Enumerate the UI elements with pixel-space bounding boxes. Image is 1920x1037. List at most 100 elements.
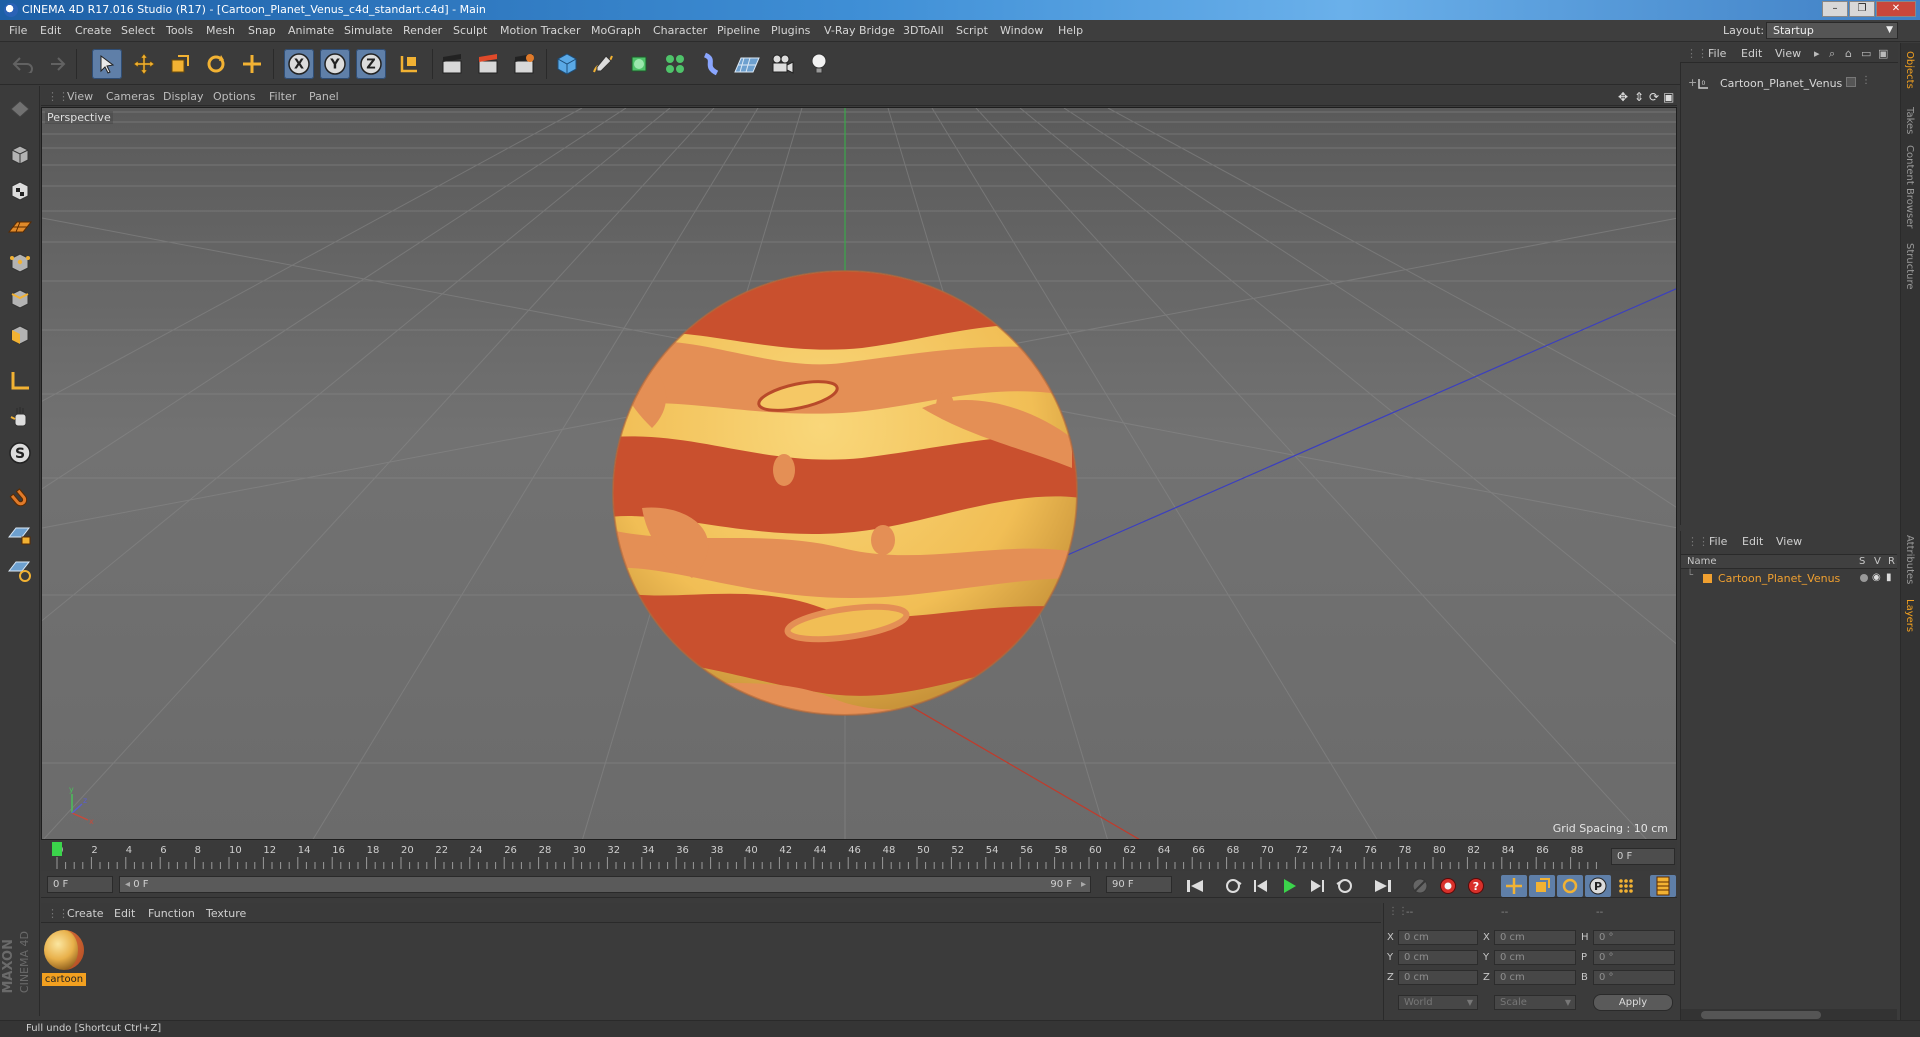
layer-menu-file[interactable]: File (1709, 535, 1727, 548)
timeline-window-button[interactable] (1650, 875, 1676, 897)
recent-tool[interactable] (237, 49, 267, 79)
rotate-tool[interactable] (201, 49, 231, 79)
material-menu-edit[interactable]: Edit (114, 907, 135, 920)
rotation-h-field[interactable]: 0 ° (1593, 930, 1675, 945)
menu-create[interactable]: Create (75, 24, 112, 37)
end-frame-field[interactable]: 90 F (1106, 876, 1172, 893)
lock-workplane-button[interactable] (5, 520, 35, 550)
render-toggle-icon[interactable]: ▮ (1886, 572, 1892, 583)
key-pla-button[interactable] (1613, 875, 1639, 897)
key-rotation-button[interactable] (1557, 875, 1583, 897)
size-mode-select[interactable]: Scale ▼ (1494, 995, 1576, 1010)
viewport-menu-options[interactable]: Options (213, 90, 255, 103)
points-mode-button[interactable] (5, 248, 35, 278)
start-frame-field[interactable]: 0 F (47, 876, 113, 893)
menu-sculpt[interactable]: Sculpt (453, 24, 487, 37)
close-button[interactable]: ✕ (1876, 1, 1916, 17)
cartoon-planet-venus[interactable] (602, 257, 1082, 728)
size-y-field[interactable]: 0 cm (1494, 950, 1576, 965)
timeline-ruler[interactable]: 0246810121416182022242628303234363840424… (41, 841, 1677, 871)
tab-takes[interactable]: Takes (1904, 107, 1915, 134)
menu-help[interactable]: Help (1058, 24, 1083, 37)
tab-objects[interactable]: Objects (1904, 51, 1915, 89)
menu-snap[interactable]: Snap (248, 24, 276, 37)
play-forward-button[interactable] (1276, 875, 1302, 897)
tab-layers[interactable]: Layers (1904, 599, 1915, 632)
scale-tool[interactable] (165, 49, 195, 79)
add-deformer-button[interactable] (696, 49, 726, 79)
viewport-move-icon[interactable]: ✥ (1618, 90, 1628, 104)
menu-window[interactable]: Window (1000, 24, 1043, 37)
solo-button[interactable]: S (5, 438, 35, 468)
menu-simulate[interactable]: Simulate (344, 24, 393, 37)
add-spline-button[interactable] (588, 49, 618, 79)
render-to-picture-viewer-button[interactable] (473, 49, 503, 79)
eye-icon[interactable]: ◉ (1872, 572, 1881, 583)
previous-key-button[interactable] (1220, 875, 1246, 897)
material-swatch[interactable]: cartoon (42, 928, 87, 988)
frame-range-slider[interactable]: ◂ 0 F 90 F ▸ (119, 876, 1091, 893)
add-cube-button[interactable] (552, 49, 582, 79)
menu-character[interactable]: Character (653, 24, 707, 37)
menu-3dtoall[interactable]: 3DToAll (903, 24, 944, 37)
add-camera-button[interactable] (768, 49, 798, 79)
go-to-end-button[interactable] (1370, 875, 1396, 897)
position-z-field[interactable]: 0 cm (1398, 970, 1478, 985)
menu-render[interactable]: Render (403, 24, 442, 37)
layout-select[interactable]: Startup ▼ (1766, 22, 1898, 39)
model-mode-button[interactable] (5, 140, 35, 170)
tab-content-browser[interactable]: Content Browser (1904, 145, 1915, 228)
rotation-b-field[interactable]: 0 ° (1593, 970, 1675, 985)
layer-color-swatch[interactable] (1703, 574, 1712, 583)
object-menu-view[interactable]: View (1775, 47, 1801, 60)
search-icon[interactable]: ⌕ (1829, 47, 1835, 61)
viewport-menu-filter[interactable]: Filter (269, 90, 296, 103)
menu-select[interactable]: Select (121, 24, 155, 37)
menu-mesh[interactable]: Mesh (206, 24, 235, 37)
redo-button[interactable] (40, 49, 70, 79)
x-axis-lock[interactable]: X (284, 49, 314, 79)
go-to-start-button[interactable] (1182, 875, 1208, 897)
add-light-button[interactable] (804, 49, 834, 79)
keyframe-selection-button[interactable]: ? (1463, 875, 1489, 897)
edit-tag-icon[interactable] (1846, 77, 1856, 87)
next-key-button[interactable] (1332, 875, 1358, 897)
size-x-field[interactable]: 0 cm (1494, 930, 1576, 945)
menu-tools[interactable]: Tools (166, 24, 193, 37)
live-selection-tool[interactable] (92, 49, 122, 79)
viewport-menu-view[interactable]: View (67, 90, 93, 103)
minimize-button[interactable]: – (1822, 1, 1848, 17)
menu-plugins[interactable]: Plugins (771, 24, 810, 37)
apply-button[interactable]: Apply (1593, 994, 1673, 1011)
add-mograph-button[interactable] (660, 49, 690, 79)
z-axis-lock[interactable]: Z (356, 49, 386, 79)
tab-attributes[interactable]: Attributes (1904, 535, 1915, 584)
menu-edit[interactable]: Edit (40, 24, 61, 37)
texture-mode-button[interactable] (5, 176, 35, 206)
viewport-menu-display[interactable]: Display (163, 90, 204, 103)
add-nurbs-button[interactable] (624, 49, 654, 79)
menu-file[interactable]: File (9, 24, 27, 37)
object-menu-file[interactable]: File (1708, 47, 1726, 60)
edges-mode-button[interactable] (5, 284, 35, 314)
maximize-panel-icon[interactable]: ▣ (1878, 47, 1888, 60)
snap-enable-button[interactable] (5, 484, 35, 514)
current-frame-field[interactable]: 0 F (1611, 848, 1675, 865)
render-view-button[interactable] (437, 49, 467, 79)
object-menu-edit[interactable]: Edit (1741, 47, 1762, 60)
menu-animate[interactable]: Animate (288, 24, 334, 37)
coordinate-system-button[interactable] (394, 49, 424, 79)
coordinate-mode-select[interactable]: World ▼ (1398, 995, 1478, 1010)
maximize-button[interactable]: ❐ (1849, 1, 1875, 17)
key-parameter-button[interactable]: P (1585, 875, 1611, 897)
position-y-field[interactable]: 0 cm (1398, 950, 1478, 965)
key-position-button[interactable] (1501, 875, 1527, 897)
tab-structure[interactable]: Structure (1904, 243, 1915, 290)
object-row[interactable]: + 0 Cartoon_Planet_Venus ⋮ (1681, 75, 1897, 92)
scrollbar-thumb[interactable] (1701, 1011, 1821, 1019)
render-settings-button[interactable] (509, 49, 539, 79)
tweak-mode-button[interactable] (5, 402, 35, 432)
arrow-right-icon[interactable]: ▸ (1814, 47, 1820, 60)
planar-workplane-button[interactable] (5, 556, 35, 586)
key-scale-button[interactable] (1529, 875, 1555, 897)
